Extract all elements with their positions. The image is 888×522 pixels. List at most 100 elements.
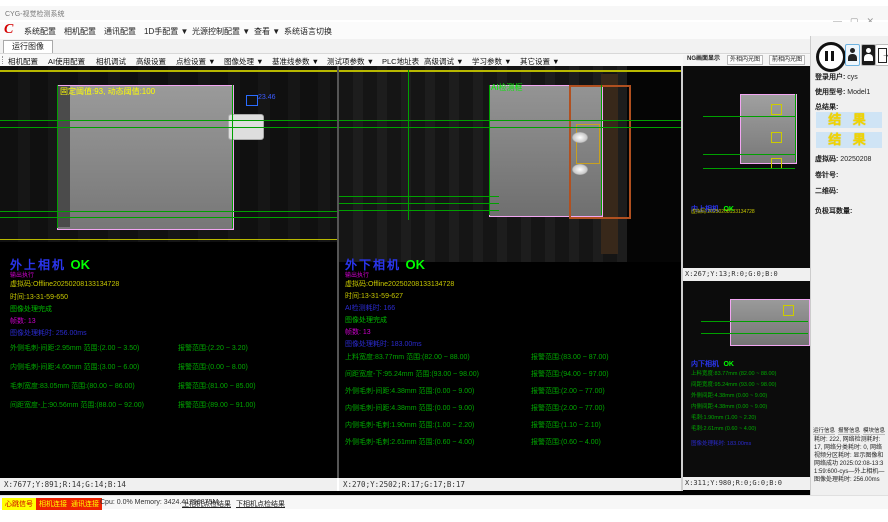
measurement-mini-line: 间距宽度:95.24mm (93.00 ~ 98.00)	[691, 380, 776, 388]
coordinate-strip: X:311;Y:980;R:0;G:0;B:0	[683, 477, 810, 490]
measure-line	[339, 120, 681, 121]
menu-bar: C 系统配置 相机配置 通讯配置 1D手配置 ▼ 光源控制配置 ▼ 查看 ▼ 系…	[0, 22, 888, 39]
measurement-alarm: 报警范围:(2.00 ~ 77.00)	[531, 403, 605, 413]
result-ok-label: OK	[405, 257, 425, 272]
tab-outer-inner-view[interactable]: 外相内光图	[727, 55, 763, 65]
menu-camera-config[interactable]: 相机配置	[64, 26, 96, 37]
roi-box	[771, 132, 782, 143]
measure-line-vertical	[408, 70, 409, 220]
menu-comm-config[interactable]: 通讯配置	[104, 26, 136, 37]
status-bar: 心跳信号 相机连接 通讯连接 Cpu: 0.0% Memory: 3424.41…	[0, 495, 888, 509]
measurement-text: 间距宽度-下:95.24mm 范围:(93.00 ~ 98.00)	[345, 369, 479, 379]
result-ok-label: OK	[723, 361, 734, 368]
result-ok-label: OK	[70, 257, 90, 272]
heartbeat-badge: 心跳信号	[2, 498, 36, 510]
measure-line-vertical	[601, 85, 602, 215]
measurement-alarm: 报警范围:(83.00 ~ 87.00)	[531, 352, 609, 362]
output-exec-label: 输出执行	[345, 270, 369, 279]
user-switch-button[interactable]	[845, 44, 860, 66]
camera-view-inner-lower[interactable]: 内下相机 OK 上料宽度:83.77mm (82.00 ~ 88.00) 间距宽…	[683, 281, 810, 477]
tab-ng-display[interactable]: NG画面显示	[685, 55, 722, 63]
tab-alarm-info[interactable]: 报警信息	[838, 428, 860, 435]
login-user-label: 登录用户:	[815, 74, 845, 81]
elapsed-mini-line: 图像处理耗时: 183.00ms	[691, 439, 751, 447]
right-camera-column: 内上相机 OK 虚拟码:20250208133134728 X:267;Y:13…	[683, 66, 810, 495]
reflective-glint	[572, 132, 588, 143]
login-user-value: cys	[847, 74, 858, 81]
pause-button[interactable]	[816, 42, 846, 72]
lower-camera-check-link[interactable]: 下相机点检结果	[236, 499, 285, 509]
right-view-tabs: NG画面显示 外相内光图 前相内光图	[683, 55, 810, 66]
tab-front-inner-view[interactable]: 前相内光图	[769, 55, 805, 65]
measurement-mini-line: 毛刺:2.61mm (0.60 ~ 4.00)	[691, 424, 756, 432]
measurement-row: 毛刺宽度:83.05mm 范围:(80.00 ~ 86.00) 报警范围:(81…	[0, 381, 337, 391]
roi-box	[783, 305, 794, 316]
app-logo-icon: C	[4, 22, 19, 37]
baseline-yellow-bottom	[0, 239, 337, 240]
machine-part-image	[57, 85, 234, 230]
app-window: CYG-视觉检测系统 —▢✕ C 系统配置 相机配置 通讯配置 1D手配置 ▼ …	[0, 0, 888, 522]
measurement-mini-line: 上料宽度:83.77mm (82.00 ~ 88.00)	[691, 369, 776, 377]
main-view-area: 23.46 固定阈值:93, 动态阈值:100 外上相机 OK 输出执行 虚拟码…	[0, 66, 810, 478]
measurement-row: 内侧毛刺-间距:4.38mm 范围:(0.00 ~ 9.00) 报警范围:(2.…	[339, 403, 681, 413]
process-done-line: 图像处理完成	[10, 304, 52, 314]
camera-view-inner-upper[interactable]: 内上相机 OK 虚拟码:20250208133134728	[683, 66, 810, 268]
camera-conn-badge: 相机连接	[36, 498, 70, 510]
measurement-row: 内侧毛刺-间距:4.60mm 范围:(3.00 ~ 6.00) 报警范围:(0.…	[0, 362, 337, 372]
menu-hand-config[interactable]: 1D手配置 ▼	[144, 26, 188, 37]
elapsed-line: 图像处理耗时: 183.00ms	[345, 339, 422, 349]
qr-code-field: 二维码:	[815, 186, 838, 196]
tab-run-image[interactable]: 运行图像	[3, 40, 53, 53]
measurement-mini-line: 外侧间距:4.38mm (0.00 ~ 9.00)	[691, 391, 767, 399]
ai-detect-subbox	[576, 124, 600, 164]
menu-system-config[interactable]: 系统配置	[24, 26, 56, 37]
window-title: CYG-视觉检测系统	[5, 9, 65, 19]
virtual-code-line: 虚拟码:Offline20250208133134728	[10, 279, 119, 289]
baseline-yellow-top	[0, 70, 337, 72]
measurement-text: 毛刺宽度:83.05mm 范围:(80.00 ~ 86.00)	[10, 381, 135, 391]
operator-button[interactable]	[861, 44, 876, 66]
camera-view-outer-upper[interactable]: 23.46 固定阈值:93, 动态阈值:100 外上相机 OK 输出执行 虚拟码…	[0, 66, 337, 478]
camera-image-middle: AI检测框	[339, 66, 681, 262]
measurement-text: 内侧毛刺-间距:4.60mm 范围:(3.00 ~ 6.00)	[10, 362, 139, 372]
camera-name: 内下相机	[691, 361, 719, 368]
model-label: 使用型号:	[815, 89, 845, 96]
user-icon	[850, 48, 855, 53]
needle-number-field: 卷针号:	[815, 170, 838, 180]
measure-line	[701, 321, 808, 322]
login-user-field: 登录用户: cys	[815, 72, 858, 82]
side-panel: → 登录用户: cys 使用型号: Model1 总结果: 结 果 结 果 虚拟…	[810, 36, 888, 495]
measure-line	[0, 120, 337, 121]
tab-module-info[interactable]: 模块信息	[863, 428, 885, 435]
menu-language-switch[interactable]: 系统语言切换	[284, 26, 332, 37]
result-badge-2: 结 果	[816, 132, 882, 148]
user-icon-body	[848, 54, 857, 61]
time-line: 时间:13-31-59-627	[345, 291, 403, 301]
menu-light-config[interactable]: 光源控制配置 ▼	[192, 26, 250, 37]
virtual-code-line: 虚拟码:20250208133134728	[691, 208, 755, 215]
tab-row: 运行图像	[0, 39, 888, 54]
logout-button[interactable]: →	[875, 44, 888, 66]
comm-conn-badge: 通讯连接	[68, 498, 102, 510]
virtual-code-line: 虚拟码:Offline20250208133134728	[345, 279, 454, 289]
measurement-row: 上料宽度:83.77mm 范围:(82.00 ~ 88.00) 报警范围:(83…	[339, 352, 681, 362]
menu-view[interactable]: 查看 ▼	[254, 26, 280, 37]
camera-view-outer-lower[interactable]: AI检测框 外下相机 OK 输出执行 虚拟码:Offline2025020813…	[339, 66, 681, 478]
measure-line	[703, 116, 795, 117]
result-badge-1: 结 果	[816, 112, 882, 128]
measurement-alarm: 报警范围:(2.20 ~ 3.20)	[178, 343, 248, 353]
pause-icon	[825, 51, 828, 61]
camera-image-left: 23.46 固定阈值:93, 动态阈值:100	[0, 66, 337, 242]
measure-line-vertical	[232, 85, 233, 228]
user-icon	[866, 48, 871, 53]
coordinate-strip-middle: X:270;Y:2502;R:17;G:17;B:17	[339, 478, 681, 491]
tab-run-info[interactable]: 运行信息	[813, 428, 835, 435]
measure-line	[703, 168, 795, 169]
measurement-row: 间距宽度-下:95.24mm 范围:(93.00 ~ 98.00) 报警范围:(…	[339, 369, 681, 379]
measure-line	[339, 203, 499, 204]
upper-camera-check-link[interactable]: 上相机点检结果	[182, 499, 231, 509]
measurement-row: 外侧毛刺-间距:4.38mm 范围:(0.00 ~ 9.00) 报警范围:(2.…	[339, 386, 681, 396]
measurement-text: 内侧毛刺-毛刺:1.90mm 范围:(1.00 ~ 2.20)	[345, 420, 474, 430]
output-exec-label: 输出执行	[10, 270, 34, 279]
measurement-row: 外侧毛刺-间距:2.95mm 范围:(2.00 ~ 3.50) 报警范围:(2.…	[0, 343, 337, 353]
